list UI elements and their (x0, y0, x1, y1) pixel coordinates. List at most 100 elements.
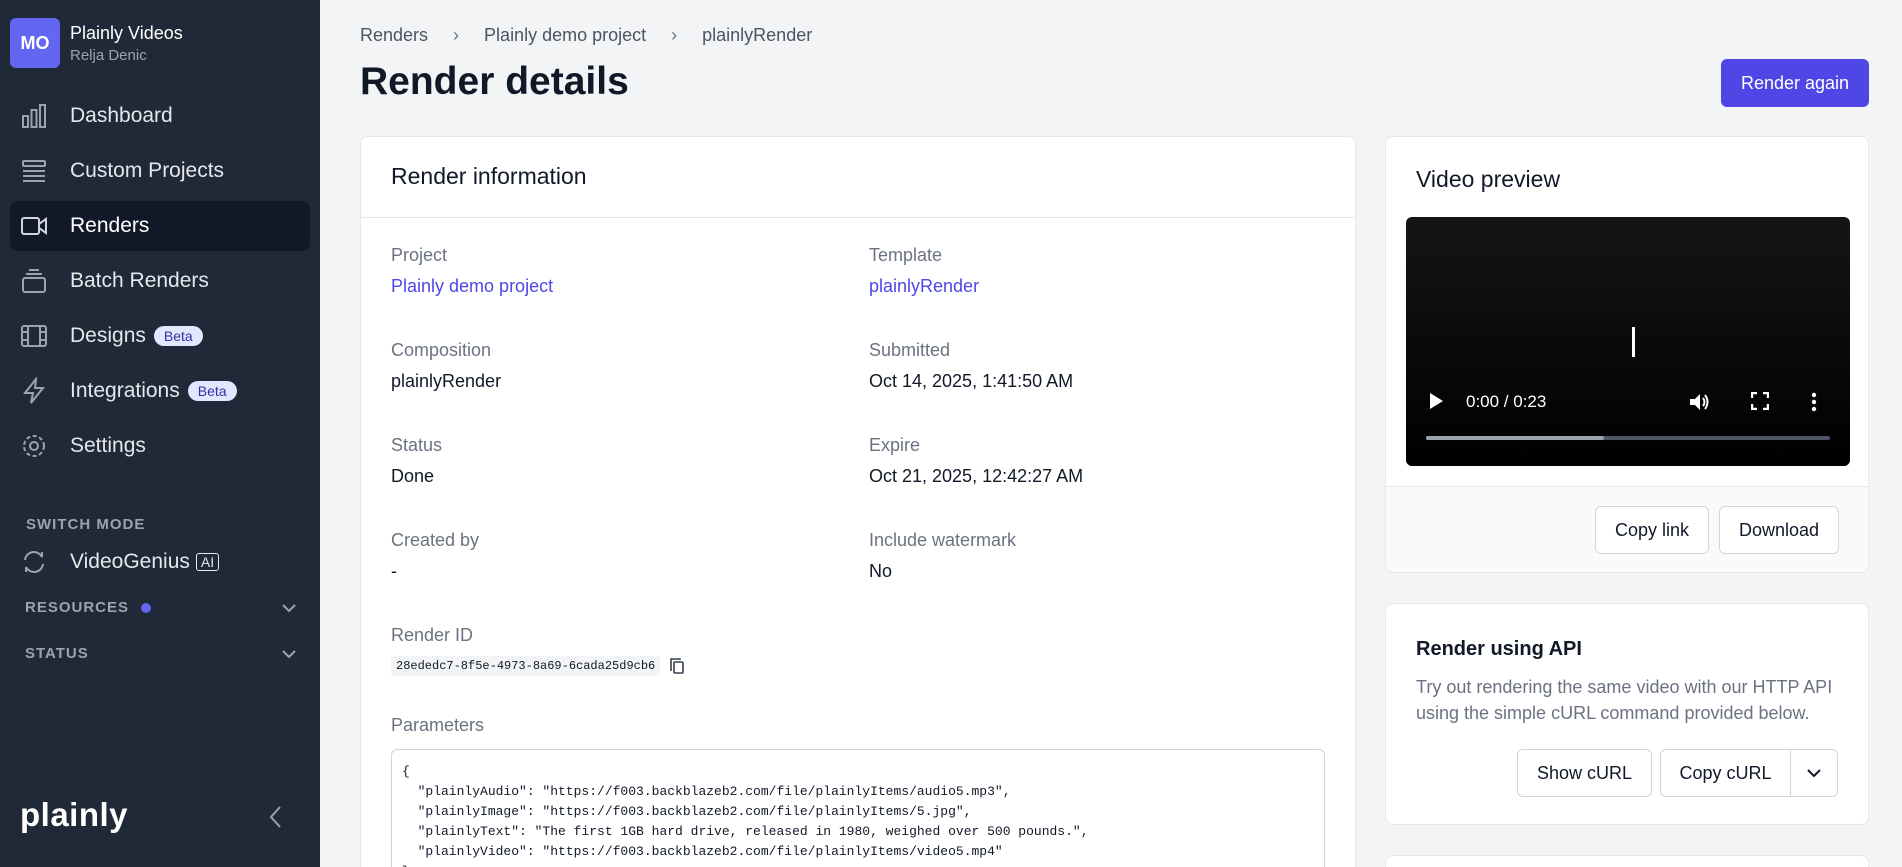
copy-link-button[interactable]: Copy link (1595, 506, 1709, 554)
gear-icon (23, 435, 45, 457)
lightning-icon (22, 377, 46, 404)
status-toggle[interactable]: STATUS (25, 645, 297, 662)
sidebar-item-label: Renders (70, 214, 150, 237)
breadcrumb-current: plainlyRender (702, 25, 813, 45)
play-icon[interactable] (1428, 392, 1444, 410)
sidebar-item-label: Dashboard (70, 104, 173, 127)
text-cursor-icon (1632, 327, 1635, 357)
composition-field: Composition plainlyRender (391, 340, 501, 392)
api-description: Try out rendering the same video with ou… (1416, 677, 1833, 723)
created-by-field: Created by - (391, 530, 479, 582)
field-label: Status (391, 435, 443, 455)
sidebar-item-integrations[interactable]: Integrations Beta (10, 366, 310, 416)
copy-curl-dropdown[interactable] (1791, 750, 1837, 796)
stack-icon (22, 160, 46, 182)
download-button[interactable]: Download (1719, 506, 1839, 554)
status-value: Done (391, 466, 435, 486)
project-link[interactable]: Plainly demo project (391, 276, 553, 297)
field-value: - (391, 561, 397, 581)
field-value: Oct 14, 2025, 1:41:50 AM (869, 371, 1074, 391)
sidebar-item-label: Batch Renders (70, 269, 209, 292)
notification-dot (141, 602, 152, 613)
additional-card (1385, 855, 1869, 867)
video-progress-bar[interactable] (1426, 436, 1830, 440)
copy-curl-split-button: Copy cURL (1660, 749, 1838, 797)
field-label: Project (391, 245, 448, 265)
project-field: Project Plainly demo project (391, 245, 553, 297)
sidebar-item-dashboard[interactable]: Dashboard (10, 91, 310, 141)
beta-badge: Beta (187, 381, 237, 401)
breadcrumb-project[interactable]: Plainly demo project (484, 25, 646, 46)
card-title: Video preview (1416, 166, 1561, 192)
more-options-icon[interactable] (1811, 392, 1817, 412)
template-field: Template plainlyRender (869, 245, 979, 297)
status-label: STATUS (25, 645, 89, 662)
account-user: Relja Denic (70, 46, 147, 64)
template-link[interactable]: plainlyRender (869, 276, 979, 297)
video-progress-fill (1426, 436, 1604, 440)
field-label: Expire (869, 435, 921, 455)
parameters-label: Parameters (391, 715, 484, 736)
copy-icon[interactable] (668, 657, 686, 675)
videogenius-item[interactable]: VideoGenius AI (20, 548, 220, 576)
status-field: Status Done (391, 435, 442, 487)
sidebar-item-label: Settings (70, 434, 146, 457)
sidebar-item-label: Custom Projects (70, 159, 225, 182)
bar-chart-icon (22, 104, 46, 128)
avatar: MO (10, 18, 60, 68)
beta-badge: Beta (153, 326, 203, 346)
film-icon (21, 325, 47, 347)
chevron-down-icon (282, 604, 296, 613)
sidebar-item-batch-renders[interactable]: Batch Renders (10, 256, 310, 306)
account-name: Plainly Videos (70, 22, 183, 43)
field-label: Submitted (869, 340, 951, 360)
expire-field: Expire Oct 21, 2025, 12:42:27 AM (869, 435, 1083, 487)
sidebar-item-custom-projects[interactable]: Custom Projects (10, 146, 310, 196)
render-id-field: Render ID 28ededc7-8f5e-4973-8a69-6cada2… (391, 625, 686, 676)
breadcrumb: Renders › Plainly demo project › plainly… (360, 25, 812, 46)
switch-mode-label: SWITCH MODE (26, 516, 146, 533)
field-label: Parameters (391, 715, 485, 735)
sidebar-item-renders[interactable]: Renders (10, 201, 310, 251)
render-again-button[interactable]: Render again (1721, 59, 1869, 107)
render-api-card: Render using API Try out rendering the s… (1385, 603, 1869, 825)
sidebar-nav: Dashboard Custom Projects Renders Batch … (10, 91, 310, 476)
page-title: Render details (360, 60, 629, 103)
sidebar-item-designs[interactable]: Designs Beta (10, 311, 310, 361)
sidebar-item-label: Integrations (70, 379, 180, 402)
resources-label: RESOURCES (25, 599, 130, 616)
card-title: Render using API (1416, 638, 1582, 660)
resources-toggle[interactable]: RESOURCES (25, 599, 297, 617)
copy-curl-button[interactable]: Copy cURL (1661, 750, 1791, 796)
card-title: Render information (361, 137, 1355, 218)
field-value: Oct 21, 2025, 12:42:27 AM (869, 466, 1084, 486)
video-time: 0:00 / 0:23 (1466, 392, 1547, 411)
field-label: Created by (391, 530, 480, 550)
videogenius-label: VideoGenius (70, 550, 190, 573)
show-curl-button[interactable]: Show cURL (1517, 749, 1652, 797)
plainly-logo: plainly (20, 796, 129, 833)
chevron-right-icon: › (671, 25, 678, 45)
parameters-code-block[interactable]: { "plainlyAudio": "https://f003.backblaz… (391, 749, 1325, 867)
preview-actions: Copy link Download (1386, 486, 1868, 572)
video-player[interactable]: 0:00 / 0:23 (1406, 217, 1850, 466)
field-label: Render ID (391, 625, 474, 645)
field-value: No (869, 561, 893, 581)
account-switcher[interactable]: MO Plainly Videos Relja Denic (10, 18, 183, 68)
sidebar-item-settings[interactable]: Settings (10, 421, 310, 471)
sidebar-item-label: Designs (70, 324, 146, 347)
collapse-sidebar-icon[interactable] (266, 804, 286, 830)
volume-icon[interactable] (1689, 392, 1711, 412)
field-label: Composition (391, 340, 492, 360)
watermark-field: Include watermark No (869, 530, 1016, 582)
fullscreen-icon[interactable] (1751, 392, 1769, 410)
breadcrumb-renders[interactable]: Renders (360, 25, 428, 46)
chevron-right-icon: › (453, 25, 460, 45)
video-camera-icon (21, 217, 47, 235)
field-label: Include watermark (869, 530, 1017, 550)
chevron-down-icon (1807, 768, 1821, 777)
video-preview-card: Video preview 0:00 / 0:23 Copy link Down… (1385, 136, 1869, 573)
field-value: plainlyRender (391, 371, 502, 391)
layers-icon (22, 269, 46, 293)
field-label: Template (869, 245, 943, 265)
